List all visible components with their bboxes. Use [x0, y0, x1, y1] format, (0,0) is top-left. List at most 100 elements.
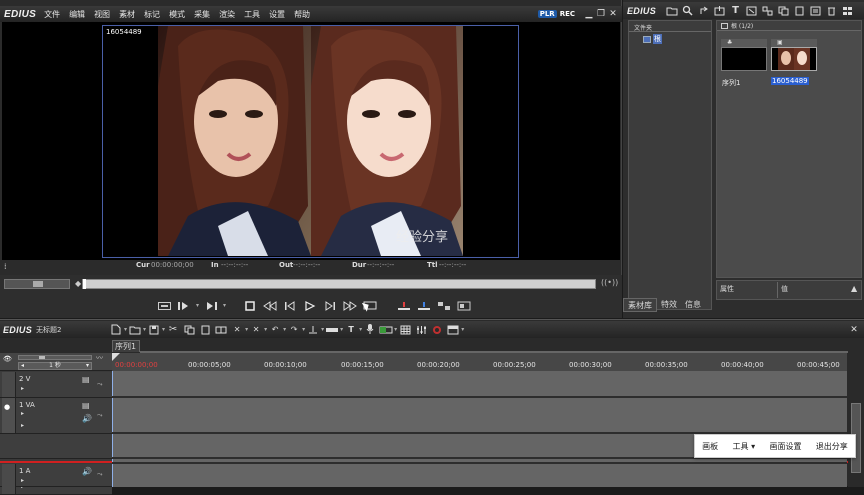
- video-mute-1va-icon[interactable]: ▤: [82, 401, 90, 410]
- clip-thumb-image[interactable]: ▣: [771, 39, 817, 79]
- sync-1va-icon[interactable]: ⤳: [97, 411, 103, 420]
- replace-icon[interactable]: [213, 323, 229, 336]
- audio-mute-1va-icon[interactable]: 🔊: [82, 414, 92, 423]
- timeline-vscrollbar[interactable]: [848, 353, 864, 487]
- tools-button[interactable]: 工具 ▾: [733, 441, 756, 452]
- tab-library[interactable]: 素材库: [623, 298, 657, 312]
- menu-settings[interactable]: 设置: [269, 9, 285, 20]
- screen-settings-button[interactable]: 画面设置: [769, 441, 801, 452]
- step-back-icon[interactable]: [282, 299, 298, 312]
- shuttle-knob[interactable]: [33, 281, 43, 287]
- open-project-icon[interactable]: [127, 323, 143, 336]
- eye-icon[interactable]: 👁: [3, 355, 13, 363]
- expand-1va-audio-icon[interactable]: ▸: [21, 422, 24, 429]
- menu-capture[interactable]: 采集: [194, 9, 210, 20]
- menu-marker[interactable]: 标记: [144, 9, 160, 20]
- insert-icon[interactable]: [396, 299, 412, 312]
- menu-mode[interactable]: 模式: [169, 9, 185, 20]
- set-out-icon[interactable]: [203, 299, 219, 312]
- rec-badge[interactable]: REC: [560, 10, 575, 18]
- zoom-slider[interactable]: [18, 355, 92, 360]
- video-mute-2v-icon[interactable]: ▤: [82, 375, 90, 384]
- menu-help[interactable]: 帮助: [294, 9, 310, 20]
- ripple-delete-icon[interactable]: ✕: [248, 323, 264, 336]
- tab-effects[interactable]: 特效: [657, 298, 681, 312]
- render-icon[interactable]: [378, 323, 394, 336]
- restore-icon[interactable]: ❐: [595, 9, 607, 20]
- output-icon[interactable]: [456, 299, 472, 312]
- track-header-2v[interactable]: 2 V ▸ ▤ ⤳: [0, 372, 112, 398]
- menu-view[interactable]: 视图: [94, 9, 110, 20]
- color-bar-icon[interactable]: [745, 4, 758, 17]
- undo-icon[interactable]: ↶: [267, 323, 283, 336]
- step-forward-icon[interactable]: [322, 299, 338, 312]
- save-icon[interactable]: [146, 323, 162, 336]
- expand-1va-video-icon[interactable]: ▸: [21, 410, 24, 417]
- delete-clip-icon[interactable]: ✕: [229, 323, 245, 336]
- exit-share-button[interactable]: 退出分享: [816, 441, 848, 452]
- properties-icon[interactable]: [809, 4, 822, 17]
- scale-selector[interactable]: ◂ 1 秒 ▾: [18, 362, 92, 370]
- paste-clip-icon[interactable]: [197, 323, 213, 336]
- set-in-icon[interactable]: [176, 299, 192, 312]
- tab-info[interactable]: 信息: [681, 298, 705, 312]
- rewind-icon[interactable]: [262, 299, 278, 312]
- overwrite-icon[interactable]: [416, 299, 432, 312]
- add-marker-icon[interactable]: [305, 323, 321, 336]
- expand-2v-icon[interactable]: ▸: [21, 385, 24, 392]
- add-transition-icon[interactable]: [324, 323, 340, 336]
- close-icon[interactable]: ✕: [607, 9, 619, 20]
- title-text-icon[interactable]: T: [343, 323, 359, 336]
- layout-icon[interactable]: [445, 323, 461, 336]
- export-icon[interactable]: [436, 299, 452, 312]
- view-icon[interactable]: [841, 4, 854, 17]
- color-correction-icon[interactable]: [429, 323, 445, 336]
- audio-mute-1a-icon[interactable]: 🔊: [82, 467, 92, 476]
- position-bar[interactable]: [82, 279, 596, 289]
- position-cursor[interactable]: [83, 279, 86, 289]
- menu-edit[interactable]: 编辑: [69, 9, 85, 20]
- copy-icon[interactable]: [777, 4, 790, 17]
- mixer-icon[interactable]: [413, 323, 429, 336]
- new-sequence-icon[interactable]: [108, 323, 124, 336]
- title-icon[interactable]: T: [729, 4, 742, 17]
- sync-1a-icon[interactable]: ⤳: [97, 470, 103, 479]
- track-header-1a[interactable]: 1 A ▸ 🔊 ⤳: [0, 464, 112, 487]
- clip-thumb-sequence[interactable]: ♣: [721, 39, 767, 79]
- cut-icon[interactable]: ✂: [165, 323, 181, 336]
- whiteboard-button[interactable]: 画板: [702, 441, 718, 452]
- up-folder-icon[interactable]: [697, 4, 710, 17]
- track-header-1va[interactable]: ● 1 VA ▸ ▸ ▤ 🔊 ⤳: [0, 398, 112, 434]
- menu-file[interactable]: 文件: [44, 9, 60, 20]
- search-icon[interactable]: [681, 4, 694, 17]
- folder-icon[interactable]: [665, 4, 678, 17]
- import-icon[interactable]: [713, 4, 726, 17]
- delete-icon[interactable]: [825, 4, 838, 17]
- timeline-ruler[interactable]: 00:00:00;00 00:00:05;00 00:00:10;00 00:0…: [112, 353, 847, 371]
- sequence-grid-icon[interactable]: [397, 323, 413, 336]
- paste-icon[interactable]: [793, 4, 806, 17]
- shuttle-slider[interactable]: [4, 279, 70, 289]
- menu-render[interactable]: 渲染: [219, 9, 235, 20]
- menu-clip[interactable]: 素材: [119, 9, 135, 20]
- eye-1va-icon[interactable]: ●: [4, 403, 10, 411]
- tracks-area[interactable]: [112, 371, 847, 487]
- link-icon[interactable]: [761, 4, 774, 17]
- root-folder-item[interactable]: 根: [643, 34, 662, 44]
- sync-icon[interactable]: [156, 299, 172, 312]
- timeline-close-icon[interactable]: ✕: [848, 324, 860, 335]
- ripple-toggle-icon[interactable]: 〰: [96, 353, 103, 363]
- microphone-icon[interactable]: [362, 323, 378, 336]
- fast-forward-icon[interactable]: [342, 299, 358, 312]
- menu-tools[interactable]: 工具: [244, 9, 260, 20]
- plr-badge[interactable]: PLR: [537, 10, 557, 18]
- expand-1a-icon[interactable]: ▸: [21, 477, 24, 484]
- copy-clip-icon[interactable]: [181, 323, 197, 336]
- tab-sequence1[interactable]: 序列1: [112, 340, 140, 352]
- timeline-cursor[interactable]: [112, 371, 113, 487]
- scroll-up-icon[interactable]: ▲: [851, 284, 857, 293]
- sync-2v-icon[interactable]: ⤳: [97, 380, 103, 389]
- audio-monitor-icon[interactable]: ((•)): [601, 278, 618, 287]
- stop-icon[interactable]: [242, 299, 258, 312]
- play-icon[interactable]: [302, 299, 318, 312]
